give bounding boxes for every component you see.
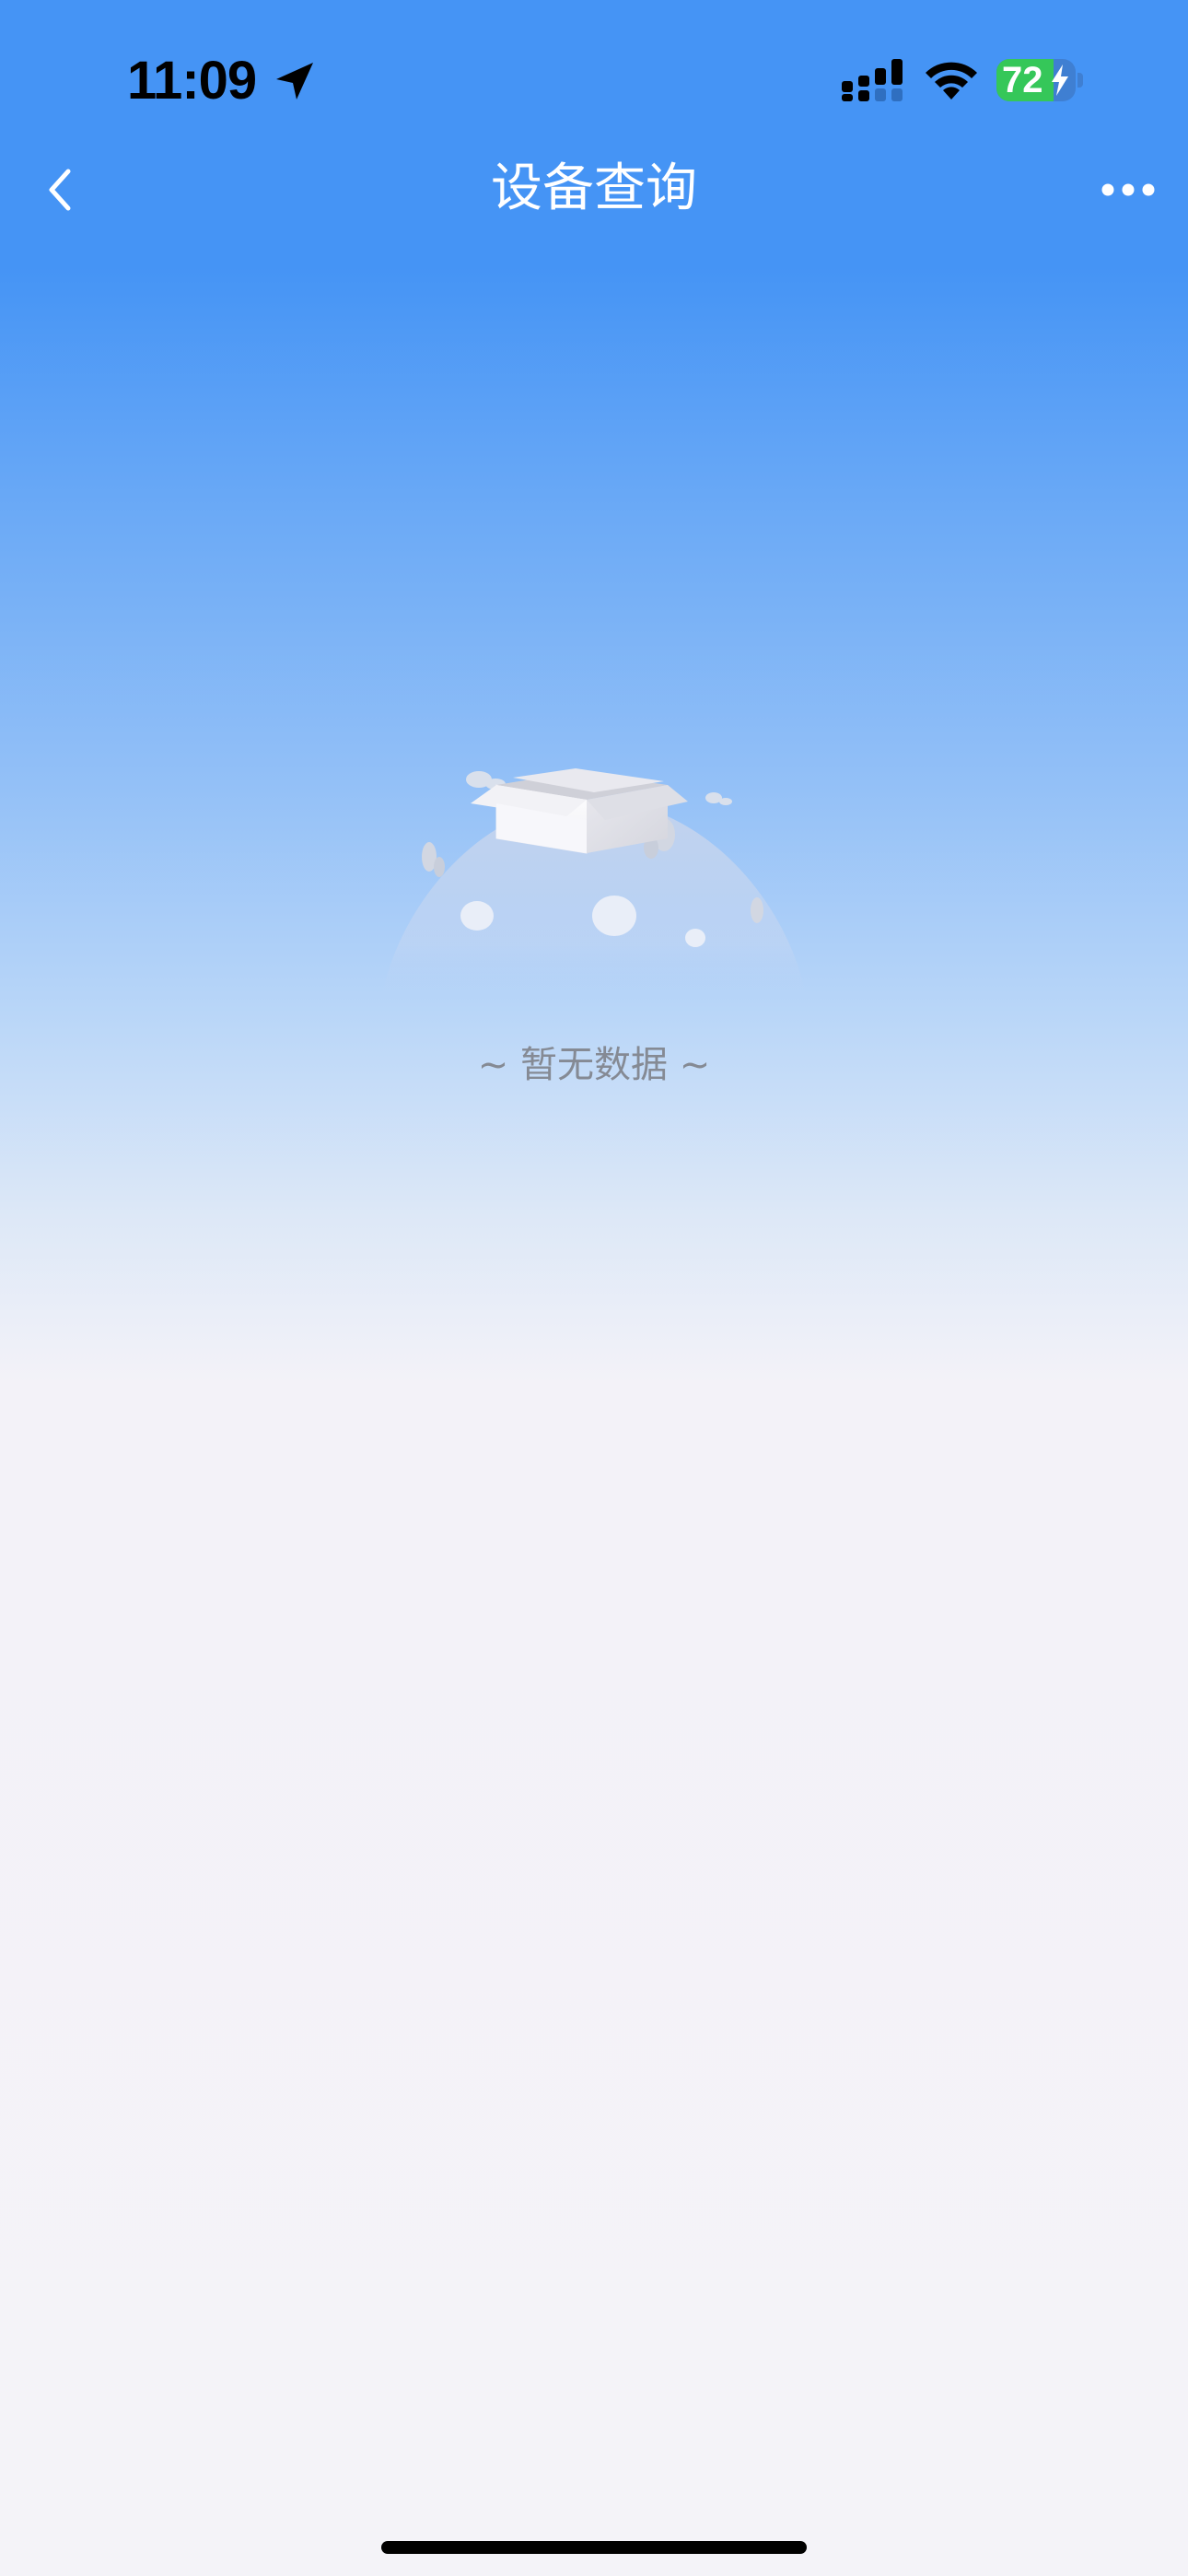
cellular-signal-icon	[842, 59, 903, 101]
open-box-icon	[382, 768, 806, 995]
battery-cap	[1077, 73, 1083, 88]
more-button[interactable]	[1087, 160, 1170, 219]
battery-indicator: 72	[996, 59, 1085, 101]
status-bar: 11:09 72	[0, 0, 1188, 157]
empty-state-text: ~ 暂无数据 ~	[477, 1044, 711, 1086]
page-title: 设备查询	[491, 158, 697, 218]
bolt-icon	[1052, 64, 1068, 96]
empty-state: ~ 暂无数据 ~	[0, 682, 1188, 1106]
ellipsis-icon	[1101, 183, 1155, 196]
location-arrow-icon	[276, 63, 313, 100]
status-time: 11:09	[127, 51, 257, 111]
nav-bar: 设备查询	[0, 147, 1188, 230]
battery-shell: 72	[996, 59, 1076, 101]
home-indicator[interactable]	[381, 2541, 807, 2554]
wifi-icon	[926, 62, 977, 100]
battery-level: 72	[1002, 60, 1043, 100]
